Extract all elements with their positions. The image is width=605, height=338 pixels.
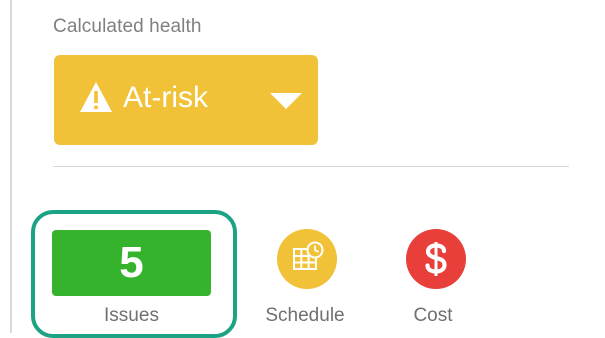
calculated-health-label: Calculated health bbox=[53, 16, 202, 37]
issues-count: 5 bbox=[119, 238, 144, 287]
calendar-clock-icon bbox=[293, 241, 324, 270]
section-divider bbox=[53, 166, 569, 167]
schedule-button[interactable] bbox=[277, 229, 337, 289]
schedule-label: Schedule bbox=[265, 305, 345, 326]
health-status-dropdown[interactable]: At-risk bbox=[54, 55, 318, 145]
cost-button[interactable] bbox=[406, 229, 466, 289]
warning-triangle-icon bbox=[80, 82, 112, 112]
health-status-value: At-risk bbox=[123, 81, 208, 114]
left-border bbox=[10, 0, 12, 333]
cost-label: Cost bbox=[413, 305, 453, 326]
caret-down-icon bbox=[270, 93, 302, 109]
issues-label: Issues bbox=[104, 305, 159, 326]
dollar-icon bbox=[425, 242, 447, 276]
issues-tile[interactable]: 5 bbox=[52, 230, 211, 296]
